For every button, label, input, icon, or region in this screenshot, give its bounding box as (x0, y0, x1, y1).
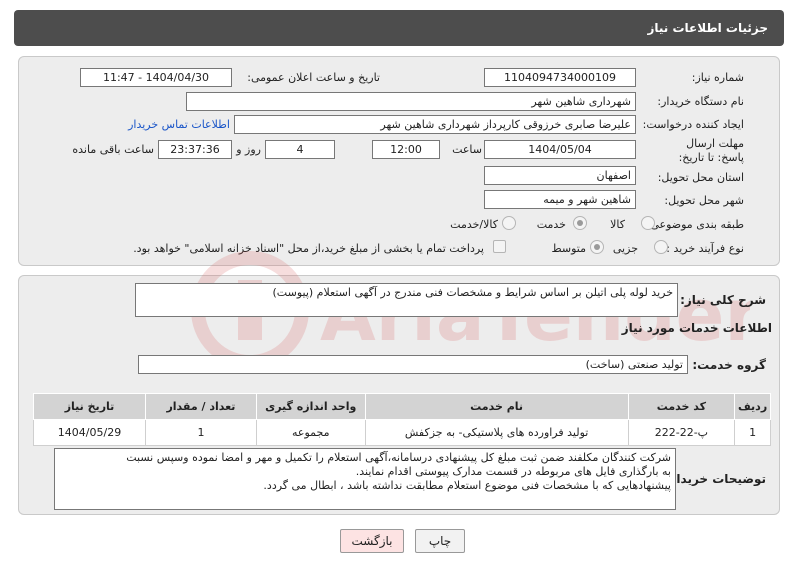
cell-service-name: تولید فراورده های پلاستیکی- به جزکفش (364, 419, 629, 446)
print-button[interactable]: چاپ (415, 529, 465, 553)
cell-quantity: 1 (145, 419, 257, 446)
cell-service-code: پ-22-222 (627, 419, 736, 446)
category-label: طبقه بندی موضوعی: (646, 218, 744, 231)
service-group-label: گروه خدمت: (692, 358, 766, 372)
need-number-label: شماره نیاز: (691, 71, 744, 84)
buyer-notes-label: توضیحات خریدار: (664, 472, 766, 486)
deadline-label: مهلت ارسال پاسخ: تا تاریخ: (678, 137, 744, 164)
description-field: خرید لوله پلی اتیلن بر اساس شرایط و مشخص… (135, 283, 678, 317)
cell-need-date: 1404/05/29 (32, 419, 147, 446)
services-info-title: اطلاعات خدمات مورد نیاز (621, 321, 772, 335)
category-radio-goods-service[interactable] (502, 216, 516, 230)
cell-row-number: 1 (734, 419, 771, 446)
services-table: ردیف کد خدمت نام خدمت واحد اندازه گیری ت… (32, 393, 771, 446)
requester-field: علیرضا صابری خرزوقی کارپرداز شهرداری شاه… (234, 115, 636, 134)
buyer-notes-line-3: پیشنهادهایی که با مشخصات فنی موضوع استعل… (263, 479, 671, 492)
days-field: 4 (265, 140, 335, 159)
province-label: استان محل تحویل: (657, 171, 744, 184)
buyer-notes-box: شرکت کنندگان مکلفند ضمن ثبت مبلغ کل پیشن… (54, 448, 676, 510)
buyer-org-field: شهرداری شاهین شهر (186, 92, 636, 111)
category-option-goods: کالا (610, 218, 625, 231)
col-header-service-name: نام خدمت (364, 393, 629, 420)
cell-unit: مجموعه (255, 419, 366, 446)
deadline-time-field: 12:00 (372, 140, 440, 159)
category-option-service: خدمت (536, 218, 566, 231)
deadline-hour-label: ساعت (452, 143, 482, 156)
buyer-notes-line-1: شرکت کنندگان مکلفند ضمن ثبت مبلغ کل پیشن… (126, 451, 671, 464)
need-number-field: 1104094734000109 (484, 68, 636, 87)
col-header-row-number: ردیف (734, 393, 771, 420)
table-row: 1 پ-22-222 تولید فراورده های پلاستیکی- ب… (32, 419, 771, 446)
purchase-option-minor: جزیی (612, 242, 638, 255)
col-header-unit: واحد اندازه گیری (255, 393, 366, 420)
buyer-contact-link[interactable]: اطلاعات تماس خریدار (128, 118, 230, 131)
requester-label: ایجاد کننده درخواست: (642, 118, 744, 131)
treasury-payment-note: پرداخت تمام یا بخشی از مبلغ خرید،از محل … (133, 242, 484, 255)
day-and-label: روز و (236, 143, 261, 156)
purchase-radio-minor[interactable] (654, 240, 668, 254)
purchase-type-label: نوع فرآیند خرید : (666, 242, 744, 255)
city-field: شاهین شهر و میمه (484, 190, 636, 209)
col-header-service-code: کد خدمت (627, 393, 736, 420)
description-label: شرح کلی نیاز: (680, 293, 766, 307)
category-option-goods-service: کالا/خدمت (450, 218, 498, 231)
purchase-radio-medium[interactable] (590, 240, 604, 254)
remaining-label: ساعت باقی مانده (72, 143, 154, 156)
treasury-payment-checkbox[interactable] (493, 240, 506, 253)
deadline-date-field: 1404/05/04 (484, 140, 636, 159)
page-header: جزئیات اطلاعات نیاز (14, 10, 784, 46)
back-button[interactable]: بازگشت (340, 529, 404, 553)
category-radio-goods[interactable] (641, 216, 655, 230)
buyer-notes-line-2: به بارگذاری فایل های مربوطه در قسمت مدار… (355, 465, 671, 478)
col-header-need-date: تاریخ نیاز (32, 393, 147, 420)
announce-datetime-label: تاریخ و ساعت اعلان عمومی: (247, 71, 380, 84)
announce-datetime-field: 1404/04/30 - 11:47 (80, 68, 232, 87)
purchase-option-medium: متوسط (551, 242, 586, 255)
page-title: جزئیات اطلاعات نیاز (647, 21, 768, 35)
buyer-org-label: نام دستگاه خریدار: (657, 95, 744, 108)
table-header-row: ردیف کد خدمت نام خدمت واحد اندازه گیری ت… (32, 393, 771, 420)
service-group-field: تولید صنعتی (ساخت) (138, 355, 688, 374)
category-radio-service[interactable] (573, 216, 587, 230)
col-header-quantity: تعداد / مقدار (145, 393, 257, 420)
province-field: اصفهان (484, 166, 636, 185)
city-label: شهر محل تحویل: (664, 194, 744, 207)
remaining-time-field: 23:37:36 (158, 140, 232, 159)
